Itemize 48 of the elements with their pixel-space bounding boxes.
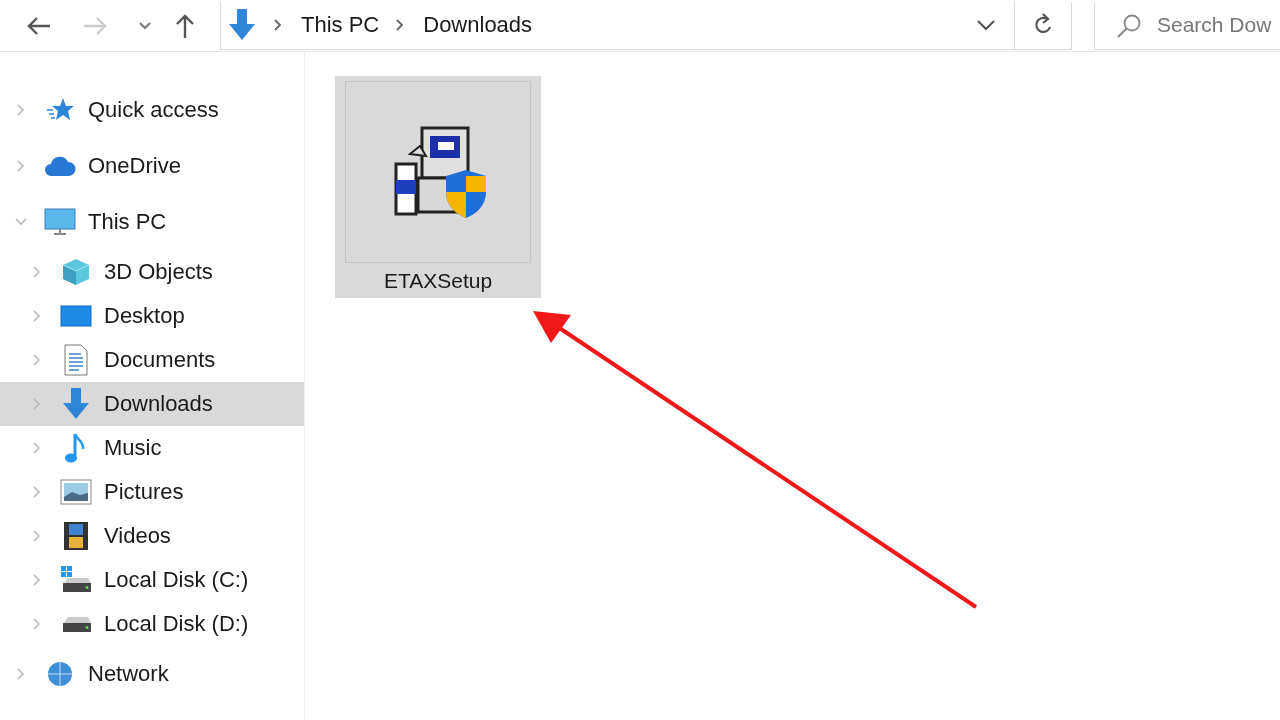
sidebar-item[interactable]: Pictures (0, 470, 304, 514)
sidebar-item[interactable]: 3D Objects (0, 250, 304, 294)
chevron-down-icon[interactable] (138, 20, 152, 31)
sidebar-label: Documents (104, 347, 216, 373)
sidebar-label: Local Disk (C:) (104, 567, 249, 593)
chevron-right-icon (273, 18, 283, 32)
drive-icon (60, 565, 92, 595)
sidebar-label: 3D Objects (104, 259, 213, 285)
sidebar-item[interactable]: This PC (0, 194, 304, 250)
chevron-down-icon[interactable] (976, 19, 996, 31)
download-arrow-icon (60, 388, 92, 420)
sidebar-item[interactable]: Music (0, 426, 304, 470)
sidebar-label: OneDrive (88, 153, 181, 179)
search-field[interactable]: Search Dow (1094, 1, 1280, 50)
address-bar[interactable]: This PC Downloads (220, 1, 1072, 50)
sidebar-label: Desktop (104, 303, 185, 329)
sidebar-item[interactable]: Downloads (0, 382, 304, 426)
sidebar-label: Downloads (104, 391, 213, 417)
file-name: ETAXSetup (383, 269, 493, 293)
up-arrow-icon[interactable] (174, 12, 196, 39)
sidebar-item[interactable]: Videos (0, 514, 304, 558)
back-arrow-icon[interactable] (26, 14, 52, 37)
sidebar-label: Quick access (88, 97, 219, 123)
sidebar-item[interactable]: Local Disk (C:) (0, 558, 304, 602)
chevron-right-icon (395, 18, 406, 32)
sidebar-label: Pictures (104, 479, 184, 505)
breadcrumb-item[interactable]: Downloads (423, 12, 533, 38)
sidebar-label: Network (88, 661, 169, 687)
download-arrow-icon (227, 9, 257, 41)
sidebar-item[interactable]: Documents (0, 338, 304, 382)
sidebar-item[interactable]: Desktop (0, 294, 304, 338)
sidebar-label: This PC (88, 209, 167, 235)
search-icon (1116, 12, 1142, 39)
sidebar-item[interactable]: Local Disk (D:) (0, 602, 304, 646)
forward-arrow-icon[interactable] (82, 14, 108, 37)
sidebar-label: Local Disk (D:) (104, 611, 249, 637)
sidebar-label: Music (104, 435, 162, 461)
sidebar-item[interactable]: OneDrive (0, 138, 304, 194)
sidebar-item[interactable]: Network (0, 646, 304, 702)
desktop-icon (60, 304, 92, 328)
cloud-icon (44, 155, 76, 177)
picture-icon (60, 479, 92, 505)
monitor-icon (44, 208, 76, 236)
sidebar-item[interactable]: Quick access (0, 82, 304, 138)
file-item[interactable]: ETAXSetup (335, 76, 541, 298)
sidebar-label: Videos (104, 523, 171, 549)
cube-icon (60, 257, 92, 287)
breadcrumb-item[interactable]: This PC (301, 12, 380, 38)
